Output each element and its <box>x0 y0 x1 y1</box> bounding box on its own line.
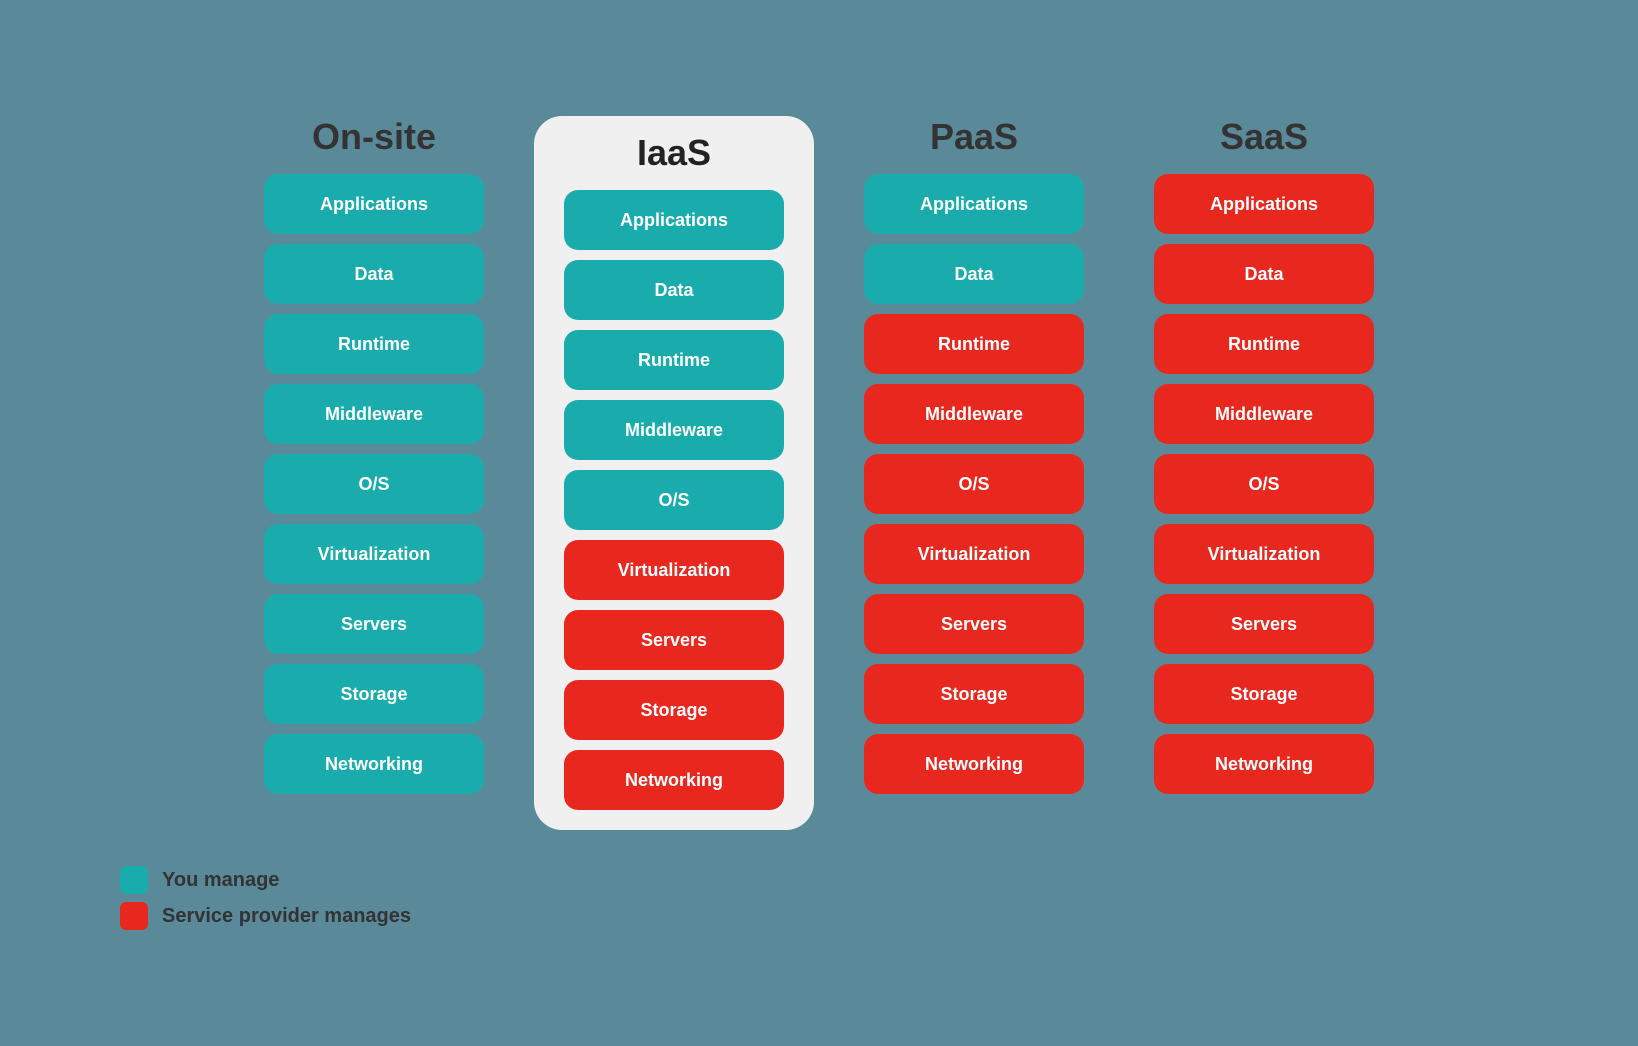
badge-onsite-storage: Storage <box>264 664 484 724</box>
badge-paas-servers: Servers <box>864 594 1084 654</box>
badge-saas-servers: Servers <box>1154 594 1374 654</box>
badge-iaas-o-s: O/S <box>564 470 784 530</box>
column-iaas: IaaS Applications Data Runtime Middleware O/S… <box>534 116 814 830</box>
header-onsite: On-site <box>244 116 504 158</box>
badge-paas-o-s: O/S <box>864 454 1084 514</box>
badge-onsite-servers: Servers <box>264 594 484 654</box>
main-container: On-site Applications Data Runtime Middleware… <box>0 76 1638 970</box>
badge-onsite-applications: Applications <box>264 174 484 234</box>
badge-iaas-runtime: Runtime <box>564 330 784 390</box>
badge-paas-data: Data <box>864 244 1084 304</box>
items-list-iaas: Applications Data Runtime Middleware O/S Virt… <box>554 190 794 810</box>
items-list-saas: Applications Data Runtime Middleware O/S Virt… <box>1134 174 1394 794</box>
header-iaas: IaaS <box>554 132 794 174</box>
legend-label-teal: You manage <box>162 869 279 892</box>
badge-iaas-storage: Storage <box>564 680 784 740</box>
header-saas: SaaS <box>1134 116 1394 158</box>
items-list-paas: Applications Data Runtime Middleware O/S Virt… <box>844 174 1104 794</box>
column-onsite: On-site Applications Data Runtime Middleware… <box>244 116 504 794</box>
badge-saas-o-s: O/S <box>1154 454 1374 514</box>
column-saas: SaaS Applications Data Runtime Middleware O/S… <box>1134 116 1394 794</box>
badge-paas-storage: Storage <box>864 664 1084 724</box>
columns-wrapper: On-site Applications Data Runtime Middleware… <box>244 116 1394 830</box>
badge-saas-virtualization: Virtualization <box>1154 524 1374 584</box>
badge-onsite-middleware: Middleware <box>264 384 484 444</box>
legend: You manage Service provider manages <box>120 866 411 930</box>
badge-paas-virtualization: Virtualization <box>864 524 1084 584</box>
header-paas: PaaS <box>844 116 1104 158</box>
badge-saas-middleware: Middleware <box>1154 384 1374 444</box>
badge-saas-data: Data <box>1154 244 1374 304</box>
legend-label-red: Service provider manages <box>162 905 411 928</box>
badge-iaas-middleware: Middleware <box>564 400 784 460</box>
column-paas: PaaS Applications Data Runtime Middleware O/S… <box>844 116 1104 794</box>
badge-onsite-virtualization: Virtualization <box>264 524 484 584</box>
badge-onsite-networking: Networking <box>264 734 484 794</box>
badge-paas-middleware: Middleware <box>864 384 1084 444</box>
badge-onsite-data: Data <box>264 244 484 304</box>
badge-iaas-virtualization: Virtualization <box>564 540 784 600</box>
badge-saas-applications: Applications <box>1154 174 1374 234</box>
legend-dot-teal <box>120 866 148 894</box>
legend-item-red: Service provider manages <box>120 902 411 930</box>
badge-paas-applications: Applications <box>864 174 1084 234</box>
legend-item-teal: You manage <box>120 866 411 894</box>
badge-onsite-o-s: O/S <box>264 454 484 514</box>
legend-dot-red <box>120 902 148 930</box>
badge-iaas-data: Data <box>564 260 784 320</box>
badge-paas-networking: Networking <box>864 734 1084 794</box>
badge-onsite-runtime: Runtime <box>264 314 484 374</box>
badge-iaas-servers: Servers <box>564 610 784 670</box>
badge-iaas-applications: Applications <box>564 190 784 250</box>
items-list-onsite: Applications Data Runtime Middleware O/S Virt… <box>244 174 504 794</box>
badge-saas-networking: Networking <box>1154 734 1374 794</box>
badge-saas-runtime: Runtime <box>1154 314 1374 374</box>
badge-paas-runtime: Runtime <box>864 314 1084 374</box>
badge-iaas-networking: Networking <box>564 750 784 810</box>
badge-saas-storage: Storage <box>1154 664 1374 724</box>
